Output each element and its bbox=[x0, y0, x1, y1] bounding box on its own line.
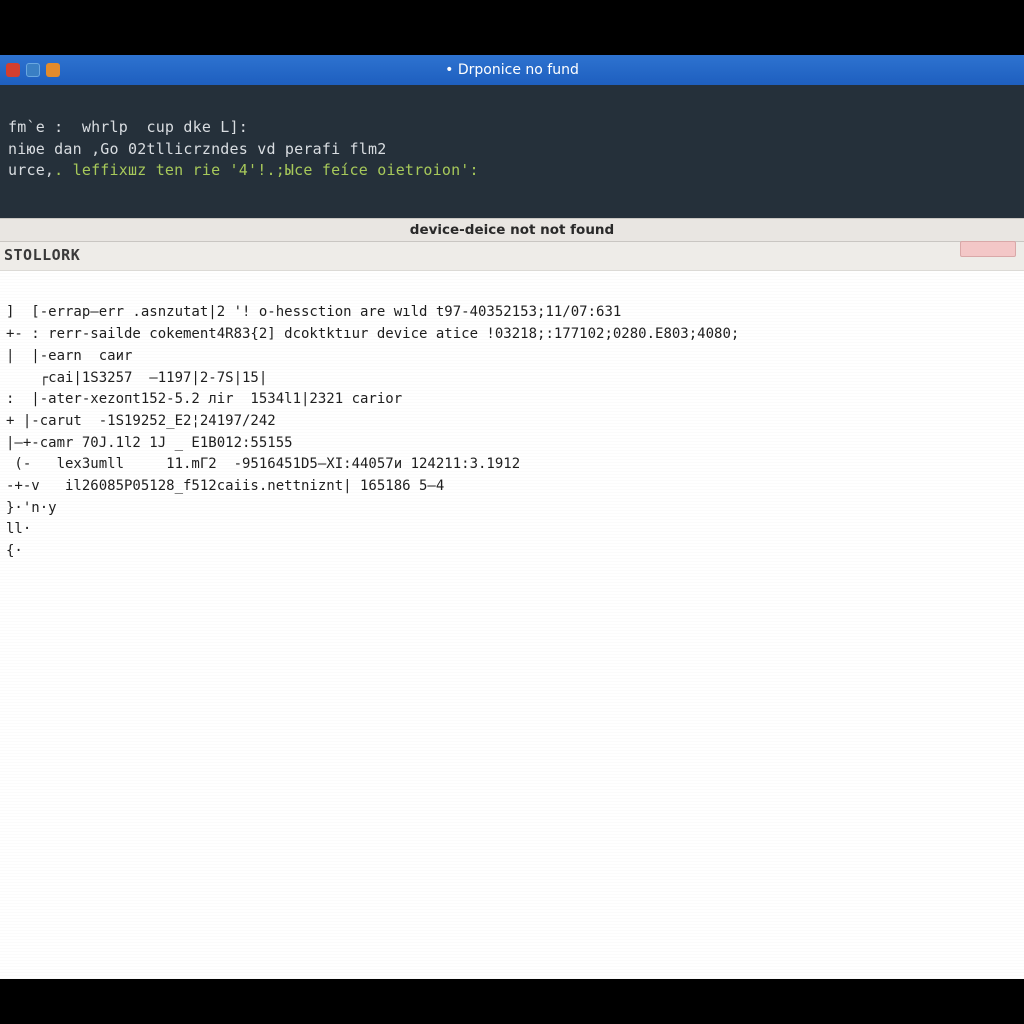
terminal-line: fm`e : whrlp cup dke L]: bbox=[8, 118, 248, 136]
output-line: ll· bbox=[6, 521, 31, 537]
output-line: -+-v il26085P05128_f512caiis.nettniznt| … bbox=[6, 478, 444, 494]
pane-header-title: device-deice not not found bbox=[410, 222, 614, 238]
terminal-line: urce,. lеffixшz ten riе '4'!.;Ыce feíce … bbox=[8, 161, 479, 179]
output-line: | |-earn caиr bbox=[6, 348, 132, 364]
window-title: • Drponice no fund bbox=[445, 62, 579, 78]
window-controls bbox=[6, 63, 60, 77]
window-minimize-icon[interactable] bbox=[26, 63, 40, 77]
application-window: • Drponice no fund fm`e : whrlp cup dke … bbox=[0, 55, 1024, 979]
output-line: |—+-camr 70J.1l2 1J _ E1B012:55155 bbox=[6, 435, 293, 451]
output-line: ┌cai|1S3257 —1197|2-7S|15| bbox=[6, 370, 267, 386]
window-close-icon[interactable] bbox=[6, 63, 20, 77]
terminal-pane[interactable]: fm`e : whrlp cup dke L]: niюe dan ,Gо 02… bbox=[0, 85, 1024, 218]
pane-subheader: STOLLORK bbox=[0, 242, 1024, 271]
output-pane[interactable]: ] [-errap—err .asnzutat|2 '! o-hessction… bbox=[0, 271, 1024, 979]
terminal-line: niюe dan ,Gо 02tllicrzndes vd рerаfi flm… bbox=[8, 140, 386, 158]
output-line: {· bbox=[6, 543, 23, 559]
status-badge bbox=[960, 241, 1016, 257]
output-line: + |-carut -1S19252_E2¦24197/242 bbox=[6, 413, 276, 429]
window-frame: • Drponice no fund fm`e : whrlp cup dke … bbox=[0, 55, 1024, 979]
output-line: }·'n·y bbox=[6, 500, 57, 516]
pane-header: device-deice not not found bbox=[0, 218, 1024, 242]
window-titlebar[interactable]: • Drponice no fund bbox=[0, 55, 1024, 85]
output-line: : |-ater-xezопt152-5.2 лir 1534l1|2321 c… bbox=[6, 391, 402, 407]
output-line: +- : rerr-sailde cokement4R83{2] dcoktkt… bbox=[6, 326, 739, 342]
output-line: (- lexЗumll 11.mГ2 -9516451D5—XI:44057и … bbox=[6, 456, 520, 472]
output-line: ] [-errap—err .asnzutat|2 '! o-hessction… bbox=[6, 304, 621, 320]
window-maximize-icon[interactable] bbox=[46, 63, 60, 77]
